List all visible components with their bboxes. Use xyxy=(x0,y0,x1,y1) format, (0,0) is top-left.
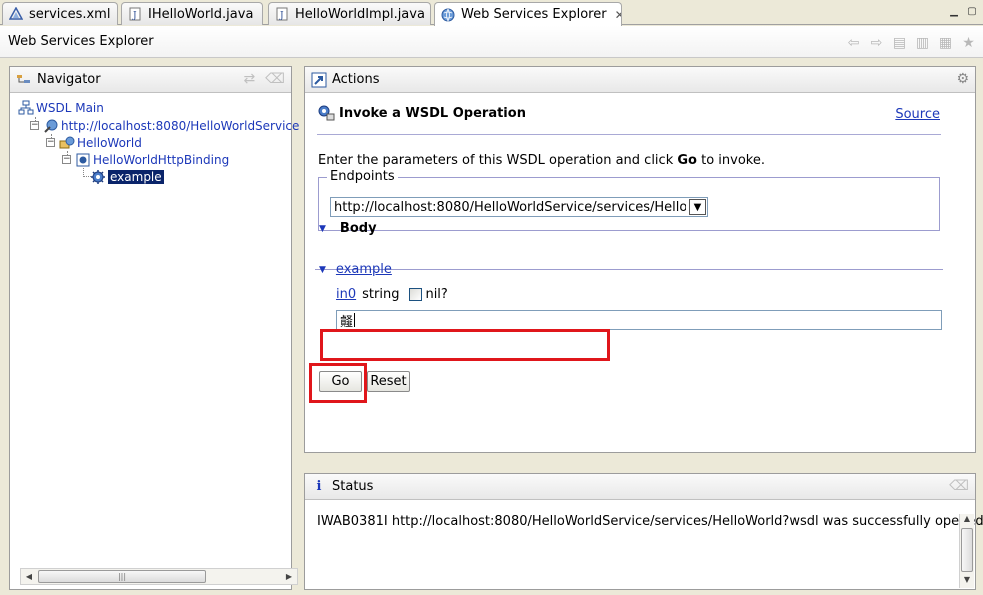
info-icon: i xyxy=(316,479,322,494)
explorer-title-bar: Web Services Explorer xyxy=(0,26,983,58)
nil-label: nil? xyxy=(425,287,448,302)
tree-label-selected[interactable]: example xyxy=(108,169,164,184)
body-section-header[interactable]: ▼ Body xyxy=(319,221,377,236)
navigator-horizontal-scrollbar[interactable]: ◀ ||| ▶ xyxy=(20,568,298,585)
param-value-input[interactable]: 䪥 xyxy=(336,310,942,330)
parameter-row: in0 string nil? xyxy=(336,287,448,302)
scroll-down-icon[interactable]: ▼ xyxy=(960,575,974,588)
collapse-toggle[interactable]: − xyxy=(62,155,71,164)
explorer-title: Web Services Explorer xyxy=(8,34,154,49)
wsdl-service-icon xyxy=(43,118,59,134)
maximize-icon[interactable]: ▢ xyxy=(965,4,979,18)
tree-label[interactable]: WSDL Main xyxy=(36,101,104,115)
nil-checkbox[interactable] xyxy=(409,288,423,301)
scroll-thumb[interactable] xyxy=(961,528,973,572)
status-header: i Status ⌫ xyxy=(305,474,975,500)
tab-web-services-explorer[interactable]: Web Services Explorer ✕ xyxy=(434,2,622,26)
clear-icon[interactable]: ⌫ xyxy=(265,71,285,87)
uddi-page-icon[interactable]: ▤ xyxy=(891,34,908,51)
operation-title: Invoke a WSDL Operation xyxy=(317,105,526,121)
service-icon xyxy=(59,135,75,151)
svg-text:J: J xyxy=(279,11,284,21)
collapse-caret-icon[interactable]: ▼ xyxy=(319,265,326,275)
endpoints-fieldset: Endpoints http://localhost:8080/HelloWor… xyxy=(318,169,940,231)
scroll-right-icon[interactable]: ▶ xyxy=(281,569,297,584)
wsil-page-icon[interactable]: ▥ xyxy=(914,34,931,51)
scroll-left-icon[interactable]: ◀ xyxy=(21,569,37,584)
tree-node-binding[interactable]: − HelloWorldHttpBinding xyxy=(62,151,229,168)
status-message: IWAB0381I http://localhost:8080/HelloWor… xyxy=(317,514,983,529)
java-file-icon: J xyxy=(128,7,142,21)
minimize-icon[interactable]: ▁ xyxy=(947,4,961,18)
body-separator xyxy=(315,269,943,270)
favorites-icon[interactable]: ★ xyxy=(960,34,977,51)
sync-icon[interactable]: ⇄ xyxy=(243,71,255,87)
xml-icon xyxy=(8,6,24,21)
globe-icon xyxy=(441,8,455,22)
source-link[interactable]: Source xyxy=(895,107,940,122)
status-panel: i Status ⌫ IWAB0381I http://localhost:80… xyxy=(304,473,983,590)
close-tab-icon[interactable]: ✕ xyxy=(615,8,621,22)
tab-ihelloworld-java[interactable]: J IHelloWorld.java xyxy=(121,2,263,25)
clear-status-icon[interactable]: ⌫ xyxy=(949,478,969,494)
tree-node-service-url[interactable]: − http://localhost:8080/HelloWorldServic… xyxy=(30,117,299,134)
navigator-icon xyxy=(16,72,32,88)
maximize-panel-icon[interactable]: ⚙ xyxy=(956,71,969,87)
invoke-operation-icon xyxy=(317,105,335,121)
actions-icon xyxy=(311,72,327,88)
tree-node-helloworld[interactable]: − HelloWorld xyxy=(46,134,142,151)
endpoints-legend: Endpoints xyxy=(327,169,398,184)
wsdl-main-icon xyxy=(18,100,34,116)
scroll-thumb[interactable]: ||| xyxy=(38,570,206,583)
tree-label[interactable]: HelloWorld xyxy=(77,136,142,150)
instruction-text: Enter the parameters of this WSDL operat… xyxy=(318,153,765,168)
tree-label[interactable]: http://localhost:8080/HelloWorldService xyxy=(61,119,299,133)
tree-label[interactable]: HelloWorldHttpBinding xyxy=(93,153,229,167)
forward-icon[interactable]: ⇨ xyxy=(868,34,885,51)
highlight-go-box xyxy=(309,363,367,403)
navigator-header: Navigator ⇄ ⌫ xyxy=(10,67,291,93)
param-type: string xyxy=(362,287,400,302)
actions-header: Actions ⚙ xyxy=(305,67,975,93)
tree-node-wsdl-main[interactable]: WSDL Main xyxy=(18,99,104,116)
operation-gear-icon xyxy=(90,169,106,185)
window-controls: ▁ ▢ xyxy=(947,4,979,18)
svg-text:J: J xyxy=(132,11,137,21)
endpoint-select[interactable]: http://localhost:8080/HelloWorldService/… xyxy=(330,197,708,217)
operation-row: ▼ example xyxy=(319,262,392,277)
param-name-link[interactable]: in0 xyxy=(336,287,356,302)
highlight-input-box xyxy=(320,329,610,361)
editor-tab-bar: services.xml J IHelloWorld.java J HelloW… xyxy=(0,0,983,26)
back-icon[interactable]: ⇦ xyxy=(845,34,862,51)
collapse-toggle[interactable]: − xyxy=(30,121,39,130)
chevron-down-icon[interactable]: ▼ xyxy=(689,199,706,215)
explorer-toolbar: ⇦ ⇨ ▤ ▥ ▦ ★ xyxy=(845,34,977,51)
tab-helloworldimpl-java[interactable]: J HelloWorldImpl.java xyxy=(268,2,431,25)
reset-button[interactable]: Reset xyxy=(367,371,410,392)
collapse-caret-icon[interactable]: ▼ xyxy=(319,224,326,234)
wsdl-page-icon[interactable]: ▦ xyxy=(937,34,954,51)
title-separator xyxy=(317,134,941,135)
scroll-up-icon[interactable]: ▲ xyxy=(960,514,974,527)
java-file-icon: J xyxy=(275,7,289,21)
status-vertical-scrollbar[interactable]: ▲ ▼ xyxy=(959,514,974,588)
tree-node-example[interactable]: example xyxy=(90,168,164,185)
navigator-panel: Navigator ⇄ ⌫ WSDL Main − http://localho… xyxy=(9,66,299,590)
operation-link[interactable]: example xyxy=(336,262,392,277)
tab-services-xml[interactable]: services.xml xyxy=(2,2,118,25)
collapse-toggle[interactable]: − xyxy=(46,138,55,147)
binding-icon xyxy=(75,152,91,168)
actions-panel: Actions ⚙ Invoke a WSDL Operation Source… xyxy=(304,66,976,453)
